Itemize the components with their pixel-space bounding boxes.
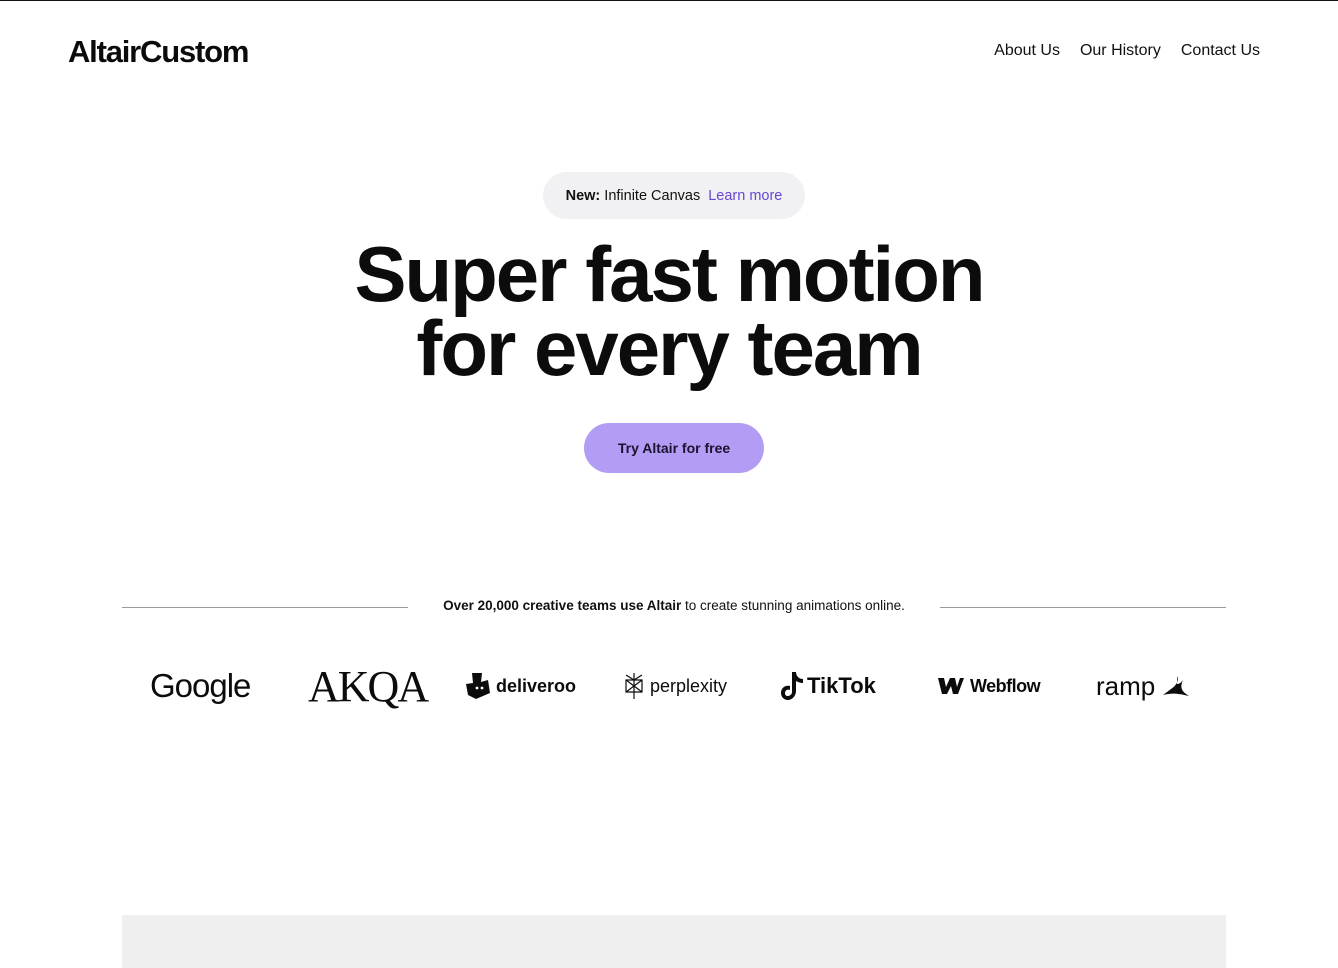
deliveroo-wordmark: deliveroo	[496, 675, 577, 696]
hero-heading: Super fast motion for every team	[0, 230, 1338, 392]
divider-left	[122, 607, 408, 608]
site-logo[interactable]: AltairCustom	[68, 34, 249, 70]
customer-logos: Google AKQA deliveroo perplexity TikTok …	[122, 656, 1226, 716]
learn-more-link[interactable]: Learn more	[708, 188, 782, 204]
trust-strong: Over 20,000 creative teams use Altair	[443, 598, 682, 613]
preview-panel	[122, 915, 1226, 968]
perplexity-logo: perplexity	[624, 656, 727, 716]
trust-rest: to create stunning animations online.	[681, 598, 905, 613]
ramp-logo: ramp	[1096, 656, 1190, 716]
google-logo: Google	[150, 656, 251, 716]
hero-line-1: Super fast motion	[354, 230, 985, 318]
deliveroo-logo: deliveroo	[466, 656, 576, 716]
nav-our-history[interactable]: Our History	[1080, 42, 1161, 60]
divider-right	[940, 607, 1226, 608]
nav-about-us[interactable]: About Us	[994, 42, 1060, 60]
announcement-tag: New:	[565, 187, 601, 204]
tiktok-wordmark: TikTok	[807, 673, 876, 698]
perplexity-icon	[625, 673, 643, 699]
akqa-logo: AKQA	[308, 656, 429, 716]
hero-line-2: for every team	[416, 304, 923, 392]
webflow-wordmark: Webflow	[970, 675, 1041, 696]
tiktok-note-icon	[781, 672, 803, 700]
webflow-w-icon	[938, 678, 964, 694]
google-wordmark: Google	[150, 667, 251, 704]
perplexity-wordmark: perplexity	[650, 675, 728, 696]
trust-statement: Over 20,000 creative teams use Altair to…	[410, 598, 938, 613]
ramp-swoosh-icon	[1163, 676, 1190, 696]
tiktok-logo: TikTok	[781, 656, 876, 716]
page: AltairCustom About Us Our History Contac…	[0, 0, 1338, 968]
top-nav: About Us Our History Contact Us	[994, 42, 1260, 60]
announcement-pill[interactable]: New: Infinite Canvas Learn more	[543, 172, 805, 219]
announcement-text: New: Infinite Canvas	[566, 188, 701, 204]
try-free-button[interactable]: Try Altair for free	[584, 423, 764, 473]
ramp-wordmark: ramp	[1096, 670, 1156, 701]
deliveroo-kangaroo-icon	[466, 673, 490, 699]
akqa-wordmark: AKQA	[308, 661, 429, 711]
nav-contact-us[interactable]: Contact Us	[1181, 42, 1260, 60]
webflow-logo: Webflow	[938, 656, 1041, 716]
announcement-feature: Infinite Canvas	[604, 187, 701, 204]
